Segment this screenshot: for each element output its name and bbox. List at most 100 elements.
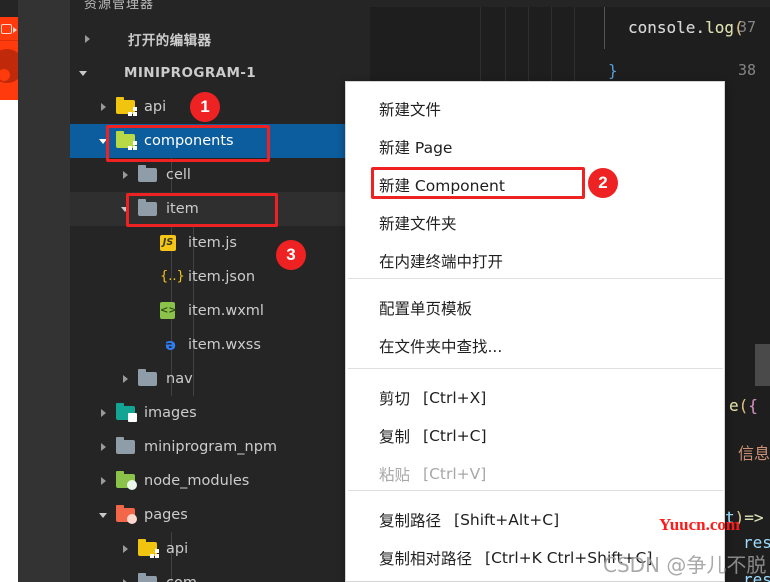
twisty-right-icon[interactable] — [120, 577, 132, 582]
app-window: 资源管理器 打开的编辑器 MINIPROGRAM-1 api components ce… — [0, 0, 770, 582]
tree-item-miniprogram-1[interactable]: MINIPROGRAM-1 — [70, 56, 370, 90]
annotation-step-badge: 3 — [276, 240, 306, 270]
annotation-highlight-box — [106, 125, 270, 162]
twisty-right-icon[interactable] — [82, 33, 94, 45]
menu-item[interactable]: 新建 Page — [346, 130, 725, 164]
menu-item[interactable]: 复制 [Ctrl+C] — [346, 419, 725, 453]
no-icon — [100, 30, 121, 48]
menu-item-label: 新建 Page — [379, 139, 453, 157]
tree-item-label: api — [166, 541, 189, 557]
left-app-strip — [0, 0, 24, 582]
tree-item-label: item.wxml — [188, 303, 264, 319]
monitor-icon — [1, 24, 17, 34]
menu-item[interactable]: 配置单页模板 — [346, 291, 725, 325]
folder-yellow-badge-icon — [138, 539, 159, 558]
menu-item-shortcut: [Ctrl+C] — [423, 427, 487, 445]
tree-item-label: images — [144, 405, 197, 421]
folder-teal-badge-icon — [116, 403, 137, 422]
twisty-right-icon[interactable] — [120, 373, 132, 385]
annotation-step-badge: 1 — [190, 92, 220, 122]
indent-rule — [528, 7, 529, 87]
tree-item-label: MINIPROGRAM-1 — [124, 65, 257, 81]
tree-item-label: 打开的编辑器 — [128, 33, 212, 49]
menu-item[interactable]: 剪切 [Ctrl+X] — [346, 381, 725, 415]
tree-item-label: node_modules — [144, 473, 250, 489]
menu-item-label: 配置单页模板 — [379, 300, 473, 318]
indent-rule — [480, 7, 481, 87]
tree-item-item-json[interactable]: {..} item.json — [70, 260, 370, 294]
tree-item-label: pages — [144, 507, 188, 523]
indent-rule — [574, 7, 575, 87]
twisty-right-icon[interactable] — [120, 169, 132, 181]
folder-plain-icon — [116, 437, 137, 456]
page-title: 资源管理器 — [84, 0, 155, 12]
editor-tab-strip[interactable] — [370, 0, 770, 7]
twisty-right-icon[interactable] — [98, 441, 110, 453]
menu-separator — [348, 278, 723, 279]
tree-item-api[interactable]: api — [70, 532, 370, 566]
menu-item[interactable]: 新建文件 — [346, 92, 725, 126]
watermark-red: Yuucn.com — [659, 515, 741, 534]
tree-item-cell[interactable]: cell — [70, 158, 370, 192]
twisty-right-icon[interactable] — [120, 543, 132, 555]
code-console-log: console.log( — [628, 18, 744, 37]
no-twisty — [142, 305, 154, 317]
explorer-panel: 资源管理器 打开的编辑器 MINIPROGRAM-1 api components ce… — [70, 0, 370, 582]
folder-plain-icon — [138, 573, 159, 582]
wxss-file-icon: ǝ — [165, 335, 176, 354]
menu-item-shortcut: [Ctrl+V] — [423, 465, 487, 483]
tree-item-miniprogram-npm[interactable]: miniprogram_npm — [70, 430, 370, 464]
menu-separator — [348, 490, 723, 491]
menu-item[interactable]: 新建文件夹 — [346, 206, 725, 240]
tree-item-api[interactable]: api — [70, 90, 370, 124]
indent-rule — [551, 7, 552, 87]
tree-item-node-modules[interactable]: node_modules — [70, 464, 370, 498]
menu-item-label: 在内建终端中打开 — [379, 253, 504, 271]
explorer-title-bar: 资源管理器 — [70, 0, 370, 17]
activity-bar[interactable] — [18, 0, 70, 582]
twisty-down-icon[interactable] — [98, 509, 110, 521]
tree-item-label: api — [144, 99, 167, 115]
menu-item-label: 粘贴 — [379, 466, 411, 484]
menu-item-label: 复制 — [379, 428, 411, 446]
tree-item--[interactable]: 打开的编辑器 — [70, 22, 370, 56]
twisty-right-icon[interactable] — [98, 475, 110, 487]
divider — [0, 40, 18, 41]
menu-item[interactable]: 在内建终端中打开 — [346, 244, 725, 278]
tree-item-label: cell — [166, 167, 191, 183]
menu-item-label: 新建文件 — [379, 101, 442, 119]
folder-plain-icon — [138, 165, 159, 184]
tree-item-label: item.json — [188, 269, 256, 285]
no-twisty — [142, 237, 154, 249]
folder-red-badge-icon — [116, 505, 137, 524]
tree-item-label: item.wxss — [188, 337, 261, 353]
editor-scrollbar[interactable] — [755, 344, 770, 386]
no-twisty — [142, 339, 154, 351]
menu-item-label: 剪切 — [379, 390, 411, 408]
annotation-step-badge: 2 — [588, 168, 618, 198]
tree-item-com[interactable]: com — [70, 566, 370, 582]
annotation-highlight-box — [126, 193, 278, 227]
tree-item-item-wxss[interactable]: ǝ item.wxss — [70, 328, 370, 362]
menu-separator — [348, 368, 723, 369]
watermark-gray: CSDN @争儿不脱发 — [603, 553, 767, 577]
code-fragment: e({ — [729, 396, 758, 415]
twisty-down-icon[interactable] — [78, 67, 90, 79]
code-fragment: 信息 — [738, 444, 770, 463]
orange-app-icon[interactable] — [0, 17, 24, 100]
wxml-file-icon: <> — [160, 302, 181, 320]
menu-item-label: 在文件夹中查找... — [379, 338, 503, 356]
tree-item-item-wxml[interactable]: <> item.wxml — [70, 294, 370, 328]
folder-lgreen-badge-icon — [116, 471, 137, 490]
code-fragment: } — [608, 61, 618, 80]
active-indent-rule — [604, 7, 605, 49]
tree-item-images[interactable]: images — [70, 396, 370, 430]
tree-item-pages[interactable]: pages — [70, 498, 370, 532]
menu-item-shortcut: [Shift+Alt+C] — [454, 511, 560, 529]
tree-item-item-js[interactable]: JS item.js — [70, 226, 370, 260]
menu-item[interactable]: 在文件夹中查找... — [346, 329, 725, 363]
js-file-icon: JS — [160, 234, 181, 252]
twisty-right-icon[interactable] — [98, 407, 110, 419]
tree-item-nav[interactable]: nav — [70, 362, 370, 396]
twisty-right-icon[interactable] — [98, 101, 110, 113]
